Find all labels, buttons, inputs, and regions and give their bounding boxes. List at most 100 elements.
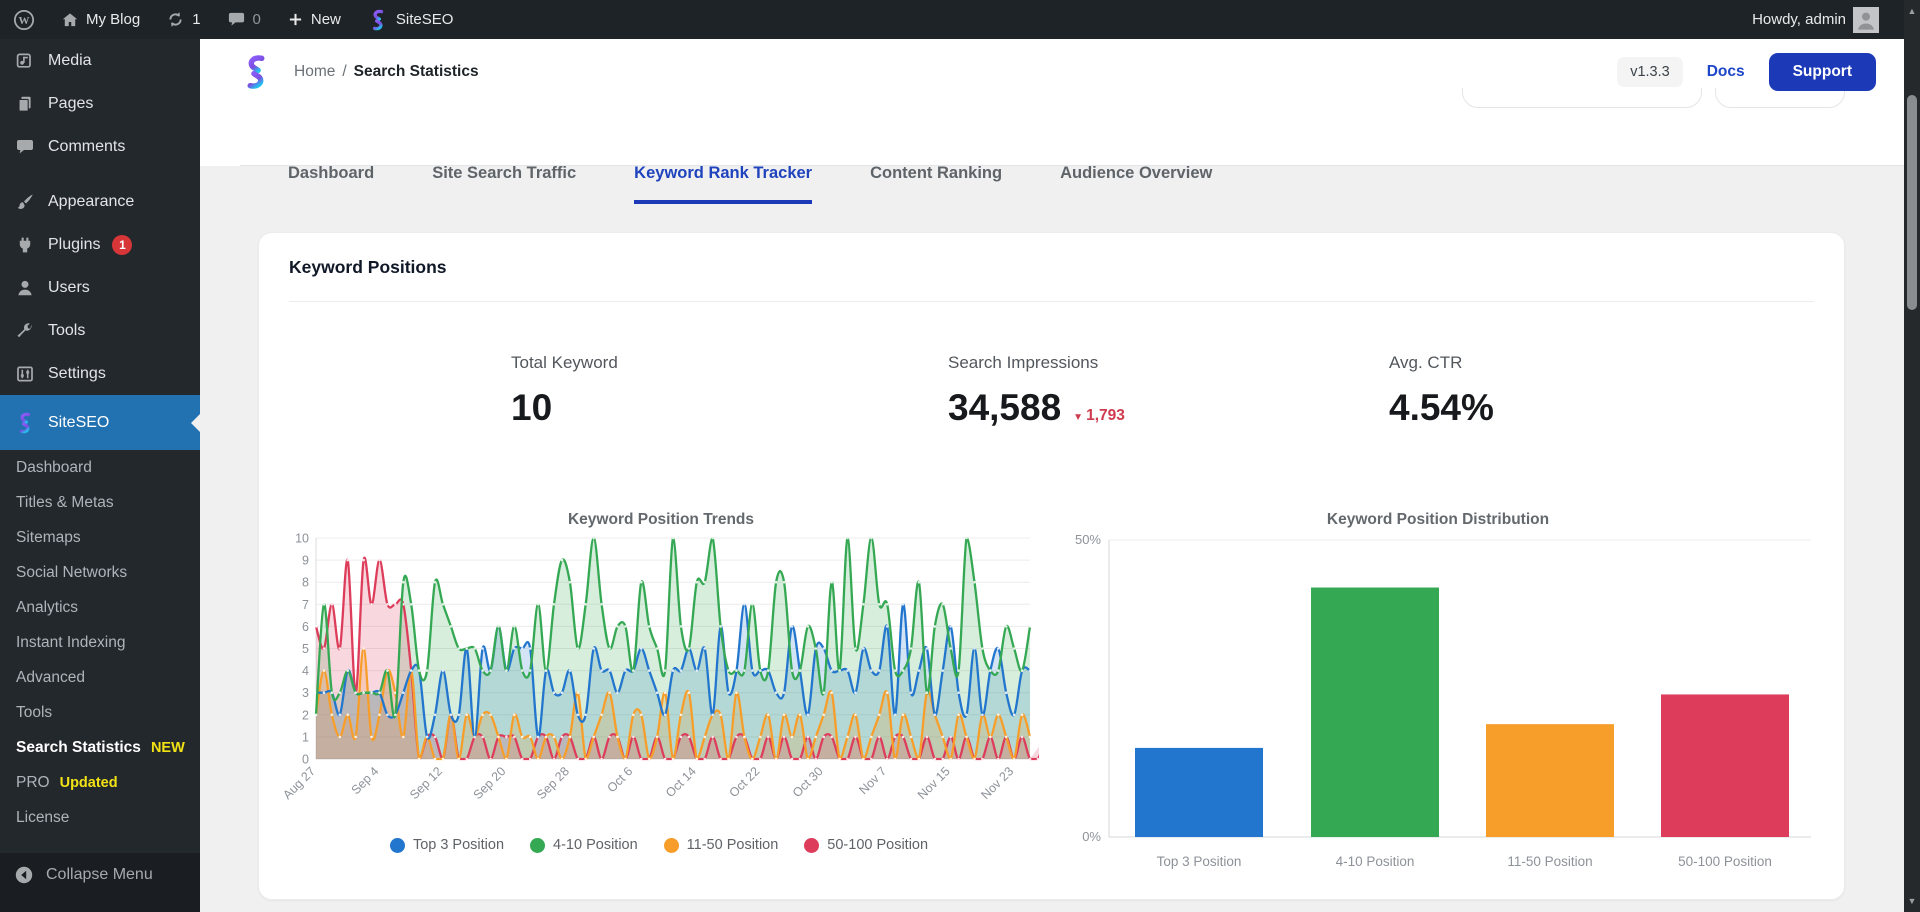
users-icon [14, 278, 36, 298]
docs-link[interactable]: Docs [1707, 63, 1745, 81]
tab-dashboard[interactable]: Dashboard [288, 143, 374, 204]
pages-icon [14, 94, 36, 114]
sidebar-top-menu: Media Pages Comments Appearance Plugins1… [0, 39, 200, 395]
bar-11-50-position[interactable] [1486, 724, 1614, 837]
main-content: Home / Search Statistics v1.3.3 Docs Sup… [200, 39, 1904, 912]
sidebar-item-plugins[interactable]: Plugins1 [0, 223, 200, 266]
comment-bubble-icon [227, 10, 246, 29]
svg-text:Oct 6: Oct 6 [604, 764, 635, 795]
sidebar-item-media[interactable]: Media [0, 39, 200, 82]
sidebar-siteseo-label: SiteSEO [48, 414, 109, 432]
sidebar-item-tools[interactable]: Tools [0, 309, 200, 352]
delta-down-icon: ▼ [1073, 412, 1083, 423]
site-name-link[interactable]: My Blog [48, 0, 153, 39]
sidebar-item-label: Comments [48, 138, 125, 156]
siteseo-submenu: Dashboard Titles & MetasSitemapsSocial Ne… [0, 450, 200, 835]
siteseo-logo-icon [367, 9, 389, 31]
bar-50-100-position[interactable] [1661, 694, 1789, 837]
submenu-item-social-networks[interactable]: Social Networks [0, 555, 200, 590]
submenu-item-analytics[interactable]: Analytics [0, 590, 200, 625]
stat-avg-ctr: Avg. CTR 4.54% [1389, 353, 1494, 429]
sidebar-item-comments[interactable]: Comments [0, 125, 200, 168]
comments-link[interactable]: 0 [214, 0, 274, 39]
siteseo-adminbar-menu[interactable]: SiteSEO [354, 0, 467, 39]
legend-item-11-50-position[interactable]: 11-50 Position [664, 837, 779, 853]
breadcrumb: Home / Search Statistics [294, 63, 479, 81]
svg-text:Top 3 Position: Top 3 Position [1157, 854, 1242, 869]
plugin-header: Home / Search Statistics v1.3.3 Docs Sup… [200, 39, 1904, 166]
siteseo-adminbar-label: SiteSEO [396, 11, 454, 28]
svg-text:9: 9 [302, 554, 309, 568]
settings-icon [14, 364, 36, 384]
stat-value: 4.54% [1389, 387, 1494, 429]
submenu-item-tools[interactable]: Tools [0, 695, 200, 730]
submenu-item-label: PRO [16, 774, 50, 792]
version-badge: v1.3.3 [1617, 57, 1683, 87]
submenu-item-pro[interactable]: PRO Updated [0, 765, 200, 800]
collapse-icon [14, 865, 34, 885]
sidebar-item-appearance[interactable]: Appearance [0, 180, 200, 223]
svg-text:4: 4 [302, 664, 309, 678]
svg-text:8: 8 [302, 576, 309, 590]
legend-item-4-10-position[interactable]: 4-10 Position [530, 837, 638, 853]
update-icon [166, 10, 185, 29]
submenu-item-search-statistics[interactable]: Search StatisticsNEW [0, 730, 200, 765]
submenu-item-titles-metas[interactable]: Titles & Metas [0, 485, 200, 520]
collapse-menu-button[interactable]: Collapse Menu [0, 853, 200, 896]
new-content-menu[interactable]: New [274, 0, 354, 39]
svg-text:4-10 Position: 4-10 Position [1336, 854, 1415, 869]
sidebar-item-settings[interactable]: Settings [0, 352, 200, 395]
scrollbar-down-arrow[interactable]: ▼ [1904, 892, 1920, 910]
svg-text:Oct 14: Oct 14 [663, 764, 699, 800]
legend-label: Top 3 Position [413, 837, 504, 853]
plugins-update-badge: 1 [112, 235, 132, 255]
stat-delta: ▼1,793 [1073, 407, 1125, 425]
sidebar-item-label: Settings [48, 365, 106, 383]
submenu-item-badge: Updated [60, 775, 118, 791]
collapse-menu-bar: Collapse Menu [0, 853, 200, 912]
site-name-label: My Blog [86, 11, 140, 28]
scrollbar-up-arrow[interactable]: ▲ [1904, 2, 1920, 20]
sidebar-item-pages[interactable]: Pages [0, 82, 200, 125]
breadcrumb-current: Search Statistics [354, 63, 479, 81]
avatar [1853, 7, 1879, 33]
legend-label: 4-10 Position [553, 837, 638, 853]
legend-dot-icon [530, 838, 545, 853]
updates-link[interactable]: 1 [153, 0, 213, 39]
submenu-item-sitemaps[interactable]: Sitemaps [0, 520, 200, 555]
submenu-item-instant-indexing[interactable]: Instant Indexing [0, 625, 200, 660]
active-item-arrow [191, 414, 200, 432]
stat-label: Total Keyword [511, 353, 618, 373]
account-menu[interactable]: Howdy, admin [1739, 0, 1892, 39]
submenu-item-label: Dashboard [16, 459, 92, 477]
svg-text:W: W [19, 14, 30, 26]
page-scrollbar: ▲ ▼ [1904, 0, 1920, 912]
tab-content-ranking[interactable]: Content Ranking [870, 143, 1002, 204]
tab-audience-overview[interactable]: Audience Overview [1060, 143, 1212, 204]
legend-label: 50-100 Position [827, 837, 928, 853]
collapse-menu-label: Collapse Menu [46, 866, 153, 884]
wp-logo-menu[interactable]: W [0, 0, 48, 39]
sidebar-item-users[interactable]: Users [0, 266, 200, 309]
tab-site-search-traffic[interactable]: Site Search Traffic [432, 143, 576, 204]
svg-text:Nov 23: Nov 23 [978, 764, 1016, 802]
submenu-item-label: Tools [16, 704, 52, 722]
svg-text:Keyword Position Distribution: Keyword Position Distribution [1327, 511, 1549, 528]
svg-text:Sep 28: Sep 28 [534, 764, 572, 802]
tab-keyword-rank-tracker[interactable]: Keyword Rank Tracker [634, 143, 812, 204]
legend-item-50-100-position[interactable]: 50-100 Position [804, 837, 928, 853]
support-button[interactable]: Support [1769, 53, 1876, 91]
bar-top-3-position[interactable] [1135, 748, 1263, 837]
sidebar-item-siteseo[interactable]: SiteSEO [0, 395, 200, 450]
howdy-label: Howdy, admin [1752, 11, 1846, 28]
submenu-item-advanced[interactable]: Advanced [0, 660, 200, 695]
submenu-item-dashboard[interactable]: Dashboard [0, 450, 200, 485]
svg-text:Nov 15: Nov 15 [915, 764, 953, 802]
scrollbar-thumb[interactable] [1907, 95, 1917, 310]
submenu-item-license[interactable]: License [0, 800, 200, 835]
legend-item-top-3-position[interactable]: Top 3 Position [390, 837, 504, 853]
submenu-item-label: Advanced [16, 669, 85, 687]
bar-4-10-position[interactable] [1311, 588, 1439, 837]
breadcrumb-home[interactable]: Home [294, 63, 335, 81]
stat-search-impressions: Search Impressions 34,588▼1,793 [948, 353, 1125, 429]
